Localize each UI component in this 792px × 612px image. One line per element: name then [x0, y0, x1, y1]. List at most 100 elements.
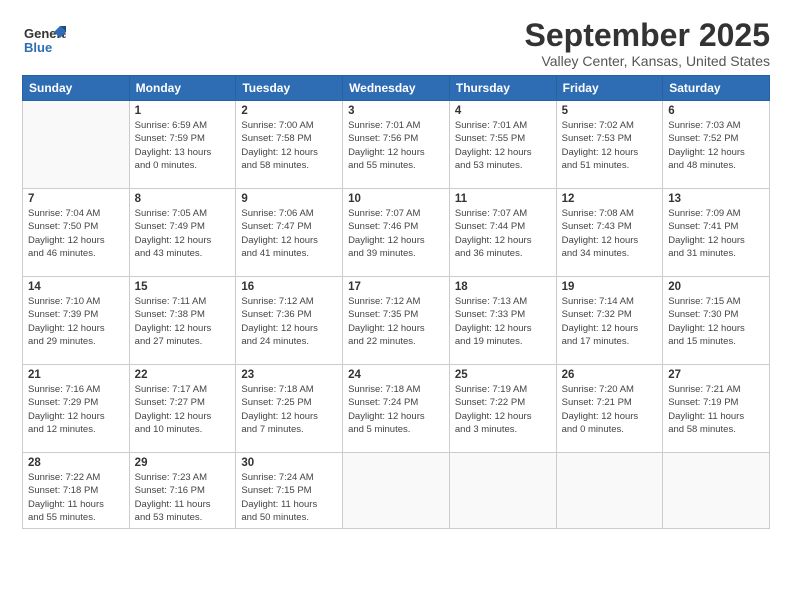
day-number: 8	[135, 193, 231, 205]
day-info: Sunrise: 7:16 AM Sunset: 7:29 PM Dayligh…	[28, 383, 124, 436]
calendar-cell	[449, 453, 556, 529]
day-number: 18	[455, 281, 551, 293]
calendar-cell: 24 Sunrise: 7:18 AM Sunset: 7:24 PM Dayli…	[343, 365, 450, 453]
day-info: Sunrise: 7:19 AM Sunset: 7:22 PM Dayligh…	[455, 383, 551, 436]
col-sunday: Sunday	[23, 76, 130, 101]
calendar-cell: 22Sunrise: 7:17 AM Sunset: 7:27 PM Dayli…	[129, 365, 236, 453]
month-title: September 2025	[525, 18, 770, 53]
calendar-cell: 1 Sunrise: 6:59 AM Sunset: 7:59 PM Daylig…	[129, 101, 236, 189]
day-info: Sunrise: 7:13 AM Sunset: 7:33 PM Dayligh…	[455, 295, 551, 348]
calendar-cell: 17 Sunrise: 7:12 AM Sunset: 7:35 PM Dayli…	[343, 277, 450, 365]
day-number: 27	[668, 369, 764, 381]
day-info: Sunrise: 7:01 AM Sunset: 7:55 PM Dayligh…	[455, 119, 551, 172]
calendar-cell: 9 Sunrise: 7:06 AM Sunset: 7:47 PM Daylig…	[236, 189, 343, 277]
day-info: Sunrise: 7:23 AM Sunset: 7:16 PM Dayligh…	[135, 471, 231, 524]
day-info: Sunrise: 7:14 AM Sunset: 7:32 PM Dayligh…	[562, 295, 658, 348]
calendar-cell: 6Sunrise: 7:03 AM Sunset: 7:52 PM Daylig…	[663, 101, 770, 189]
week-row-3: 21Sunrise: 7:16 AM Sunset: 7:29 PM Dayli…	[23, 365, 770, 453]
calendar-cell: 27 Sunrise: 7:21 AM Sunset: 7:19 PM Dayli…	[663, 365, 770, 453]
calendar-cell	[663, 453, 770, 529]
day-info: Sunrise: 7:00 AM Sunset: 7:58 PM Dayligh…	[241, 119, 337, 172]
day-number: 30	[241, 457, 337, 469]
day-info: Sunrise: 7:15 AM Sunset: 7:30 PM Dayligh…	[668, 295, 764, 348]
week-row-1: 7 Sunrise: 7:04 AM Sunset: 7:50 PM Daylig…	[23, 189, 770, 277]
calendar-cell: 5Sunrise: 7:02 AM Sunset: 7:53 PM Daylig…	[556, 101, 663, 189]
day-info: Sunrise: 7:08 AM Sunset: 7:43 PM Dayligh…	[562, 207, 658, 260]
day-info: Sunrise: 7:21 AM Sunset: 7:19 PM Dayligh…	[668, 383, 764, 436]
logo-icon: General Blue	[22, 18, 66, 62]
week-row-0: 1 Sunrise: 6:59 AM Sunset: 7:59 PM Daylig…	[23, 101, 770, 189]
calendar-cell: 14 Sunrise: 7:10 AM Sunset: 7:39 PM Dayli…	[23, 277, 130, 365]
day-info: Sunrise: 7:01 AM Sunset: 7:56 PM Dayligh…	[348, 119, 444, 172]
day-number: 6	[668, 105, 764, 117]
calendar-cell: 3 Sunrise: 7:01 AM Sunset: 7:56 PM Daylig…	[343, 101, 450, 189]
col-monday: Monday	[129, 76, 236, 101]
calendar-cell: 19Sunrise: 7:14 AM Sunset: 7:32 PM Dayli…	[556, 277, 663, 365]
week-row-2: 14 Sunrise: 7:10 AM Sunset: 7:39 PM Dayli…	[23, 277, 770, 365]
day-info: Sunrise: 7:12 AM Sunset: 7:36 PM Dayligh…	[241, 295, 337, 348]
day-info: Sunrise: 7:10 AM Sunset: 7:39 PM Dayligh…	[28, 295, 124, 348]
day-number: 2	[241, 105, 337, 117]
day-number: 20	[668, 281, 764, 293]
day-number: 9	[241, 193, 337, 205]
day-info: Sunrise: 7:11 AM Sunset: 7:38 PM Dayligh…	[135, 295, 231, 348]
day-number: 28	[28, 457, 124, 469]
calendar-cell: 4 Sunrise: 7:01 AM Sunset: 7:55 PM Daylig…	[449, 101, 556, 189]
day-number: 25	[455, 369, 551, 381]
day-info: Sunrise: 7:05 AM Sunset: 7:49 PM Dayligh…	[135, 207, 231, 260]
calendar-cell: 30 Sunrise: 7:24 AM Sunset: 7:15 PM Dayli…	[236, 453, 343, 529]
day-number: 10	[348, 193, 444, 205]
day-number: 5	[562, 105, 658, 117]
day-number: 13	[668, 193, 764, 205]
day-info: Sunrise: 7:07 AM Sunset: 7:44 PM Dayligh…	[455, 207, 551, 260]
calendar-cell: 29 Sunrise: 7:23 AM Sunset: 7:16 PM Dayli…	[129, 453, 236, 529]
day-number: 14	[28, 281, 124, 293]
day-number: 17	[348, 281, 444, 293]
day-number: 7	[28, 193, 124, 205]
calendar-cell: 26Sunrise: 7:20 AM Sunset: 7:21 PM Dayli…	[556, 365, 663, 453]
col-tuesday: Tuesday	[236, 76, 343, 101]
day-number: 11	[455, 193, 551, 205]
calendar-cell: 21Sunrise: 7:16 AM Sunset: 7:29 PM Dayli…	[23, 365, 130, 453]
calendar-cell: 2 Sunrise: 7:00 AM Sunset: 7:58 PM Daylig…	[236, 101, 343, 189]
week-row-4: 28 Sunrise: 7:22 AM Sunset: 7:18 PM Dayli…	[23, 453, 770, 529]
calendar-cell: 12Sunrise: 7:08 AM Sunset: 7:43 PM Dayli…	[556, 189, 663, 277]
calendar-cell: 10Sunrise: 7:07 AM Sunset: 7:46 PM Dayli…	[343, 189, 450, 277]
day-number: 3	[348, 105, 444, 117]
calendar-cell: 28 Sunrise: 7:22 AM Sunset: 7:18 PM Dayli…	[23, 453, 130, 529]
day-info: Sunrise: 7:12 AM Sunset: 7:35 PM Dayligh…	[348, 295, 444, 348]
day-info: Sunrise: 6:59 AM Sunset: 7:59 PM Dayligh…	[135, 119, 231, 172]
day-number: 29	[135, 457, 231, 469]
calendar-cell: 25 Sunrise: 7:19 AM Sunset: 7:22 PM Dayli…	[449, 365, 556, 453]
day-info: Sunrise: 7:18 AM Sunset: 7:24 PM Dayligh…	[348, 383, 444, 436]
day-info: Sunrise: 7:18 AM Sunset: 7:25 PM Dayligh…	[241, 383, 337, 436]
day-number: 24	[348, 369, 444, 381]
calendar-cell: 7 Sunrise: 7:04 AM Sunset: 7:50 PM Daylig…	[23, 189, 130, 277]
calendar-cell	[556, 453, 663, 529]
page: General Blue September 2025 Valley Cente…	[0, 0, 792, 612]
day-info: Sunrise: 7:06 AM Sunset: 7:47 PM Dayligh…	[241, 207, 337, 260]
header: General Blue September 2025 Valley Cente…	[22, 18, 770, 69]
day-info: Sunrise: 7:09 AM Sunset: 7:41 PM Dayligh…	[668, 207, 764, 260]
calendar-cell: 13 Sunrise: 7:09 AM Sunset: 7:41 PM Dayli…	[663, 189, 770, 277]
day-info: Sunrise: 7:24 AM Sunset: 7:15 PM Dayligh…	[241, 471, 337, 524]
calendar-cell: 23 Sunrise: 7:18 AM Sunset: 7:25 PM Dayli…	[236, 365, 343, 453]
day-info: Sunrise: 7:17 AM Sunset: 7:27 PM Dayligh…	[135, 383, 231, 436]
calendar-cell: 11 Sunrise: 7:07 AM Sunset: 7:44 PM Dayli…	[449, 189, 556, 277]
logo: General Blue	[22, 18, 66, 62]
day-number: 23	[241, 369, 337, 381]
day-number: 4	[455, 105, 551, 117]
day-number: 1	[135, 105, 231, 117]
header-row: Sunday Monday Tuesday Wednesday Thursday…	[23, 76, 770, 101]
title-area: September 2025 Valley Center, Kansas, Un…	[525, 18, 770, 69]
day-info: Sunrise: 7:20 AM Sunset: 7:21 PM Dayligh…	[562, 383, 658, 436]
subtitle: Valley Center, Kansas, United States	[525, 53, 770, 69]
calendar-cell	[343, 453, 450, 529]
calendar-cell	[23, 101, 130, 189]
svg-text:Blue: Blue	[24, 40, 52, 55]
col-friday: Friday	[556, 76, 663, 101]
day-info: Sunrise: 7:22 AM Sunset: 7:18 PM Dayligh…	[28, 471, 124, 524]
col-thursday: Thursday	[449, 76, 556, 101]
calendar-cell: 15Sunrise: 7:11 AM Sunset: 7:38 PM Dayli…	[129, 277, 236, 365]
day-info: Sunrise: 7:04 AM Sunset: 7:50 PM Dayligh…	[28, 207, 124, 260]
